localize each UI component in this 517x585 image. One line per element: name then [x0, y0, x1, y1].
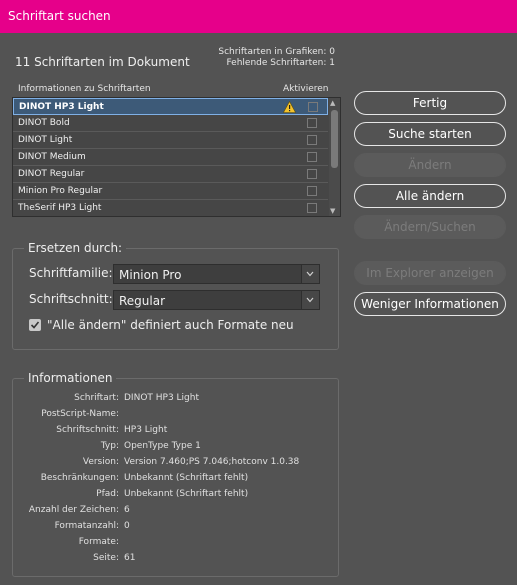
info-label: Pfad: [96, 489, 119, 499]
font-row[interactable]: Minion Pro Regular [13, 183, 328, 200]
redefine-styles-checkbox[interactable] [29, 319, 41, 331]
font-name: DINOT Light [18, 135, 73, 145]
activate-checkbox[interactable] [307, 135, 317, 145]
scroll-up-icon[interactable]: ▲ [330, 99, 335, 107]
info-label: Typ: [100, 441, 119, 451]
change-button[interactable]: Ändern [354, 153, 506, 177]
replace-group-title: Ersetzen durch: [24, 241, 127, 255]
activate-checkbox[interactable] [307, 118, 317, 128]
change-find-button[interactable]: Ändern/Suchen [354, 215, 506, 239]
font-row[interactable]: DINOT Medium [13, 149, 328, 166]
info-value: HP3 Light [124, 425, 168, 435]
window-title: Schriftart suchen [8, 9, 111, 23]
info-label: Anzahl der Zeichen: [28, 505, 119, 515]
font-row[interactable]: DINOT Bold [13, 115, 328, 132]
reveal-in-explorer-button[interactable]: Im Explorer anzeigen [354, 261, 506, 285]
done-button[interactable]: Fertig [354, 91, 506, 115]
info-label: PostScript-Name: [41, 409, 119, 419]
checkmark-icon [30, 321, 40, 329]
fonts-in-graphics: Schriftarten in Grafiken: 0 [218, 47, 335, 57]
column-header-info: Informationen zu Schriftarten [18, 84, 151, 94]
font-stats: Schriftarten in Grafiken: 0 Fehlende Sch… [218, 47, 335, 69]
info-label: Seite: [93, 553, 119, 563]
font-name: DINOT Medium [18, 152, 86, 162]
info-value: Unbekannt (Schriftart fehlt) [124, 473, 249, 483]
chevron-down-icon[interactable] [301, 291, 319, 309]
font-list[interactable]: DINOT HP3 Light DINOT Bold DINOT Light D… [12, 97, 341, 217]
chevron-down-icon[interactable] [301, 265, 319, 283]
font-row[interactable]: DINOT Light [13, 132, 328, 149]
info-value: Unbekannt (Schriftart fehlt) [124, 489, 249, 499]
list-scrollbar[interactable]: ▲ ▼ [329, 98, 340, 216]
font-family-value: Minion Pro [119, 268, 182, 282]
info-value: Version 7.460;PS 7.046;hotconv 1.0.38 [124, 457, 300, 467]
font-name: DINOT Bold [18, 118, 70, 128]
missing-fonts: Fehlende Schriftarten: 1 [226, 58, 336, 68]
info-value: 61 [124, 553, 136, 563]
activate-checkbox[interactable] [307, 169, 317, 179]
font-style-select[interactable]: Regular [113, 290, 320, 310]
font-name: Minion Pro Regular [18, 186, 103, 196]
redefine-styles-label[interactable]: "Alle ändern" definiert auch Formate neu [47, 318, 294, 332]
info-label: Schriftschnitt: [56, 425, 119, 435]
info-value: 6 [124, 505, 130, 515]
activate-checkbox[interactable] [307, 203, 317, 213]
font-row[interactable]: DINOT Regular [13, 166, 328, 183]
font-name: TheSerif HP3 Light [18, 203, 102, 213]
info-label: Schriftart: [74, 393, 119, 403]
info-label: Version: [82, 457, 119, 467]
document-font-count: 11 Schriftarten im Dokument [15, 55, 190, 69]
warning-triangle-icon [282, 100, 297, 116]
find-button[interactable]: Suche starten [354, 122, 506, 146]
font-row[interactable]: TheSerif HP3 Light [13, 200, 328, 217]
column-header-activate: Aktivieren [283, 84, 329, 94]
info-value: OpenType Type 1 [124, 441, 201, 451]
font-family-label: Schriftfamilie: [29, 266, 113, 280]
font-name: DINOT Regular [18, 169, 85, 179]
info-group-title: Informationen [24, 371, 117, 385]
less-info-button[interactable]: Weniger Informationen [354, 292, 506, 316]
info-value: DINOT HP3 Light [124, 393, 200, 403]
activate-checkbox[interactable] [308, 102, 318, 112]
font-style-label: Schriftschnitt: [29, 292, 113, 306]
font-name: DINOT HP3 Light [19, 102, 104, 112]
scroll-down-icon[interactable]: ▼ [330, 207, 335, 215]
info-value: 0 [124, 521, 130, 531]
info-label: Formatanzahl: [54, 521, 119, 531]
change-all-button[interactable]: Alle ändern [354, 184, 506, 208]
font-row[interactable]: DINOT HP3 Light [13, 98, 328, 115]
info-label: Formate: [78, 537, 119, 547]
font-family-select[interactable]: Minion Pro [113, 264, 320, 284]
info-label: Beschränkungen: [40, 473, 119, 483]
font-style-value: Regular [119, 294, 166, 308]
title-bar: Schriftart suchen [0, 0, 517, 33]
activate-checkbox[interactable] [307, 152, 317, 162]
activate-checkbox[interactable] [307, 186, 317, 196]
scrollbar-thumb[interactable] [331, 110, 338, 168]
